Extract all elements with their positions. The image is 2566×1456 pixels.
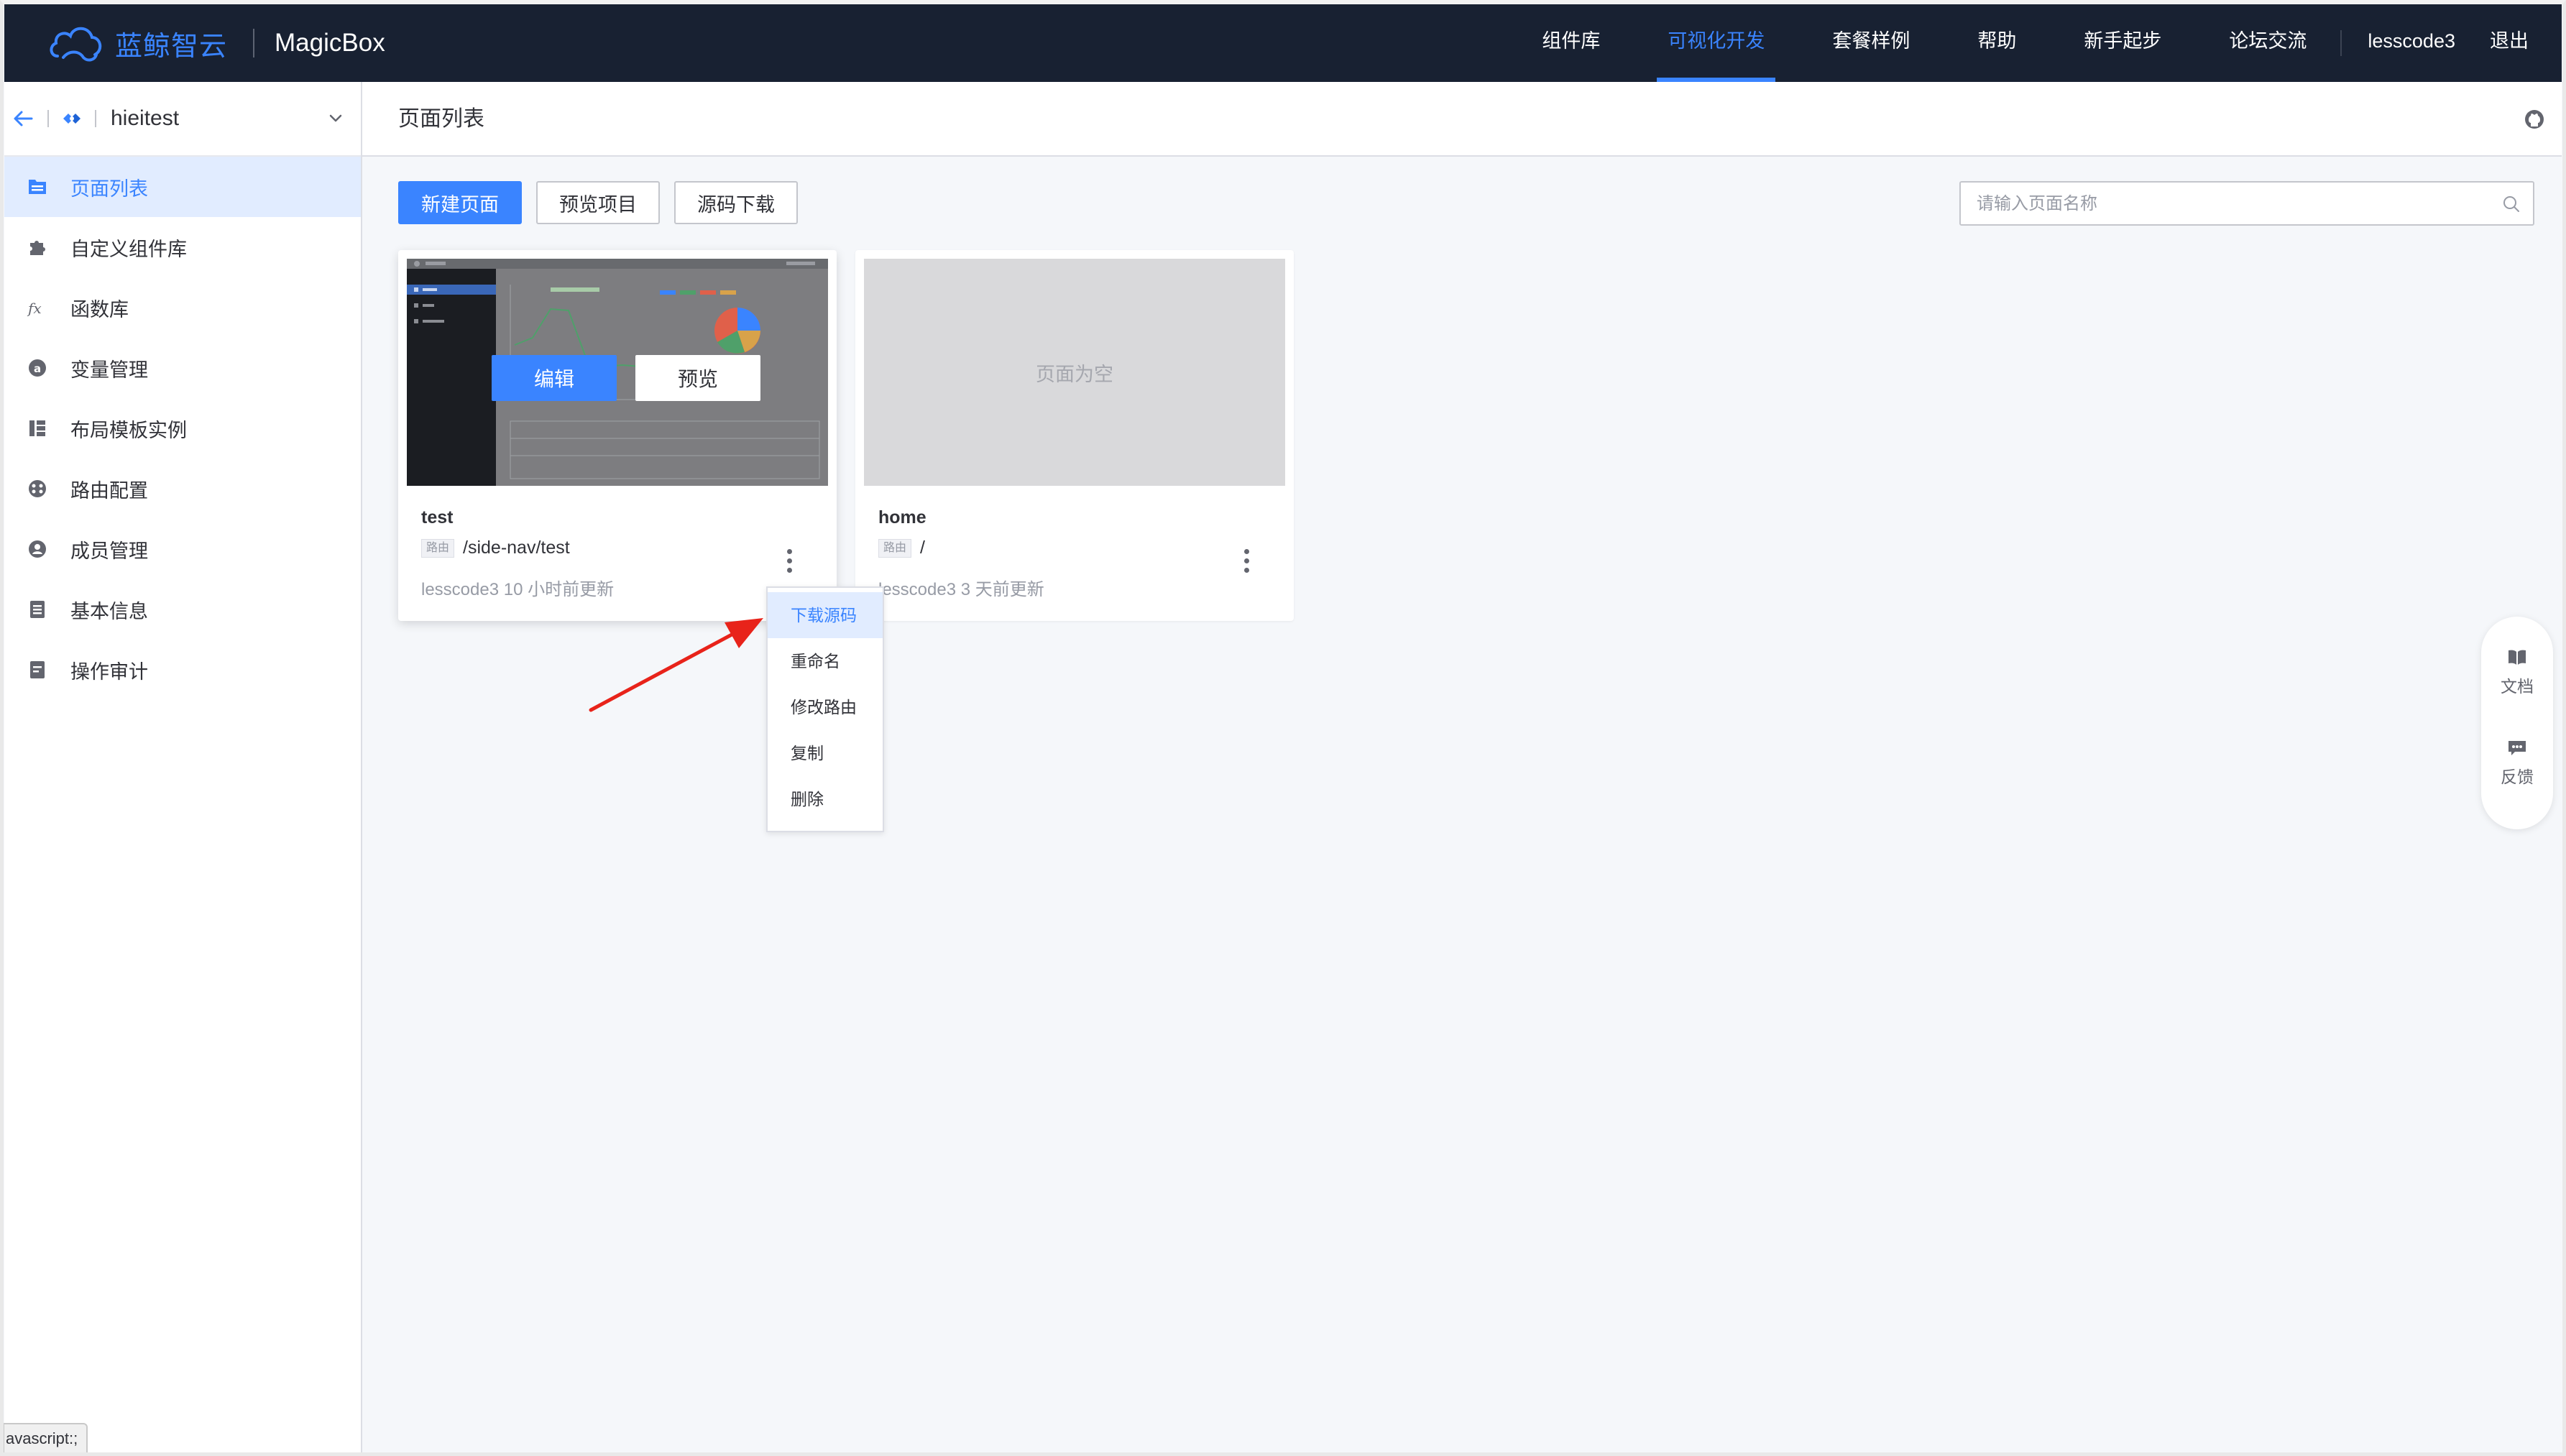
sidebar-menu: 页面列表 自定义组件库 fx 函数库 a 变量管理 布局模板实例 路由配置 成员… [4, 157, 361, 700]
sidebar-item-label: 变量管理 [70, 359, 148, 381]
brand[interactable]: 蓝鲸智云 MagicBox [47, 4, 385, 82]
member-icon [26, 538, 49, 561]
function-icon: fx [26, 296, 49, 319]
search-icon[interactable] [2501, 194, 2521, 214]
page-search [1959, 181, 2534, 226]
product-name: MagicBox [275, 29, 385, 57]
brand-divider [253, 29, 255, 57]
page-route: 路由 / [878, 538, 925, 558]
sidebar-item-audit[interactable]: 操作审计 [4, 640, 361, 700]
sidebar-item-label: 基本信息 [70, 600, 148, 622]
card-actions-menu: 下载源码 重命名 修改路由 复制 删除 [766, 586, 884, 832]
page-title: 页面列表 [398, 107, 484, 131]
chevron-down-icon[interactable] [325, 108, 346, 129]
puzzle-icon [26, 236, 49, 259]
download-source-button[interactable]: 源码下载 [674, 181, 798, 224]
sidebar-item-functions[interactable]: fx 函数库 [4, 277, 361, 338]
sidebar-item-variables[interactable]: a 变量管理 [4, 338, 361, 398]
sidebar-item-label: 路由配置 [70, 479, 148, 502]
edit-button[interactable]: 编辑 [492, 355, 617, 401]
sidebar-item-label: 函数库 [70, 298, 129, 321]
menu-item-rename[interactable]: 重命名 [768, 638, 883, 684]
divider [47, 110, 49, 127]
page-card[interactable]: 编辑 预览 test 路由 /side-nav/test lesscode3 1… [398, 250, 837, 621]
svg-text:a: a [34, 362, 41, 375]
sidebar-item-label: 页面列表 [70, 178, 148, 200]
nav-item-visual-dev[interactable]: 可视化开发 [1634, 4, 1798, 82]
new-page-button[interactable]: 新建页面 [398, 181, 522, 224]
variable-icon: a [26, 356, 49, 379]
nav-item-forum[interactable]: 论坛交流 [2195, 4, 2340, 82]
back-arrow-icon[interactable] [10, 106, 36, 132]
sidebar-item-basic-info[interactable]: 基本信息 [4, 579, 361, 640]
top-navigation: 蓝鲸智云 MagicBox 组件库 可视化开发 套餐样例 帮助 新手起步 论坛交… [4, 4, 2562, 82]
chat-bubble-icon [2508, 741, 2526, 755]
project-icon [63, 114, 81, 124]
page-thumbnail: 编辑 预览 [407, 259, 828, 486]
sidebar-item-label: 操作审计 [70, 660, 148, 683]
thumbnail-preview-image [407, 259, 828, 486]
sidebar-item-label: 布局模板实例 [70, 419, 187, 441]
more-actions-icon[interactable] [782, 546, 796, 578]
preview-button[interactable]: 预览 [635, 355, 760, 401]
main-header: 页面列表 [362, 82, 2562, 157]
sidebar-item-layout-templates[interactable]: 布局模板实例 [4, 398, 361, 459]
github-icon[interactable] [2523, 108, 2546, 131]
cloud-logo-icon [50, 27, 102, 62]
page-meta: lesscode3 3 天前更新 [878, 580, 1044, 599]
feedback-button[interactable]: 反馈 [2481, 739, 2553, 788]
nav-item-getting-started[interactable]: 新手起步 [2050, 4, 2195, 82]
docs-label: 文档 [2501, 677, 2534, 696]
page-name: home [878, 507, 926, 527]
sidebar-item-routes[interactable]: 路由配置 [4, 459, 361, 519]
page-list-icon [26, 175, 49, 198]
page-name: test [421, 507, 454, 527]
svg-text:fx: fx [27, 300, 42, 317]
route-path: /side-nav/test [463, 538, 570, 558]
route-path: / [920, 538, 925, 558]
more-actions-icon[interactable] [1239, 546, 1254, 578]
page-card[interactable]: 页面为空 home 路由 / lesscode3 3 天前更新 [855, 250, 1294, 621]
book-icon [2508, 650, 2526, 665]
feedback-label: 反馈 [2501, 768, 2534, 786]
layout-icon [26, 417, 49, 440]
top-nav-menu: 组件库 可视化开发 套餐样例 帮助 新手起步 论坛交流 lesscode3 退出 [1508, 4, 2547, 82]
sidebar-item-custom-components[interactable]: 自定义组件库 [4, 217, 361, 277]
sidebar: hieitest 页面列表 自定义组件库 fx 函数库 a 变量管理 布局模板实… [4, 82, 362, 1453]
info-icon [26, 598, 49, 621]
nav-item-help[interactable]: 帮助 [1944, 4, 2050, 82]
route-tag: 路由 [878, 538, 912, 558]
menu-item-download-source[interactable]: 下载源码 [768, 592, 883, 638]
brand-logo-text: 蓝鲸智云 [115, 31, 228, 62]
menu-item-copy[interactable]: 复制 [768, 730, 883, 776]
preview-project-button[interactable]: 预览项目 [536, 181, 660, 224]
search-input[interactable] [1961, 183, 2496, 226]
route-icon [26, 477, 49, 500]
sidebar-item-label: 自定义组件库 [70, 238, 187, 260]
divider [95, 110, 96, 127]
page-thumbnail-empty: 页面为空 [864, 259, 1285, 486]
route-tag: 路由 [421, 538, 455, 558]
sidebar-item-members[interactable]: 成员管理 [4, 519, 361, 579]
logout-link[interactable]: 退出 [2481, 4, 2547, 82]
page-route: 路由 /side-nav/test [421, 538, 570, 558]
project-name[interactable]: hieitest [111, 106, 325, 131]
status-bar-link: avascript:; [3, 1423, 88, 1455]
project-switcher: hieitest [4, 82, 361, 157]
nav-item-components[interactable]: 组件库 [1508, 4, 1634, 82]
menu-item-edit-route[interactable]: 修改路由 [768, 684, 883, 730]
nav-item-examples[interactable]: 套餐样例 [1798, 4, 1944, 82]
audit-icon [26, 658, 49, 681]
sidebar-item-page-list[interactable]: 页面列表 [4, 157, 361, 217]
sidebar-item-label: 成员管理 [70, 540, 148, 562]
user-name[interactable]: lesscode3 [2342, 4, 2481, 82]
page-meta: lesscode3 10 小时前更新 [421, 580, 615, 599]
floating-help-panel: 文档 反馈 [2481, 617, 2553, 829]
menu-item-delete[interactable]: 删除 [768, 776, 883, 822]
docs-button[interactable]: 文档 [2481, 648, 2553, 697]
